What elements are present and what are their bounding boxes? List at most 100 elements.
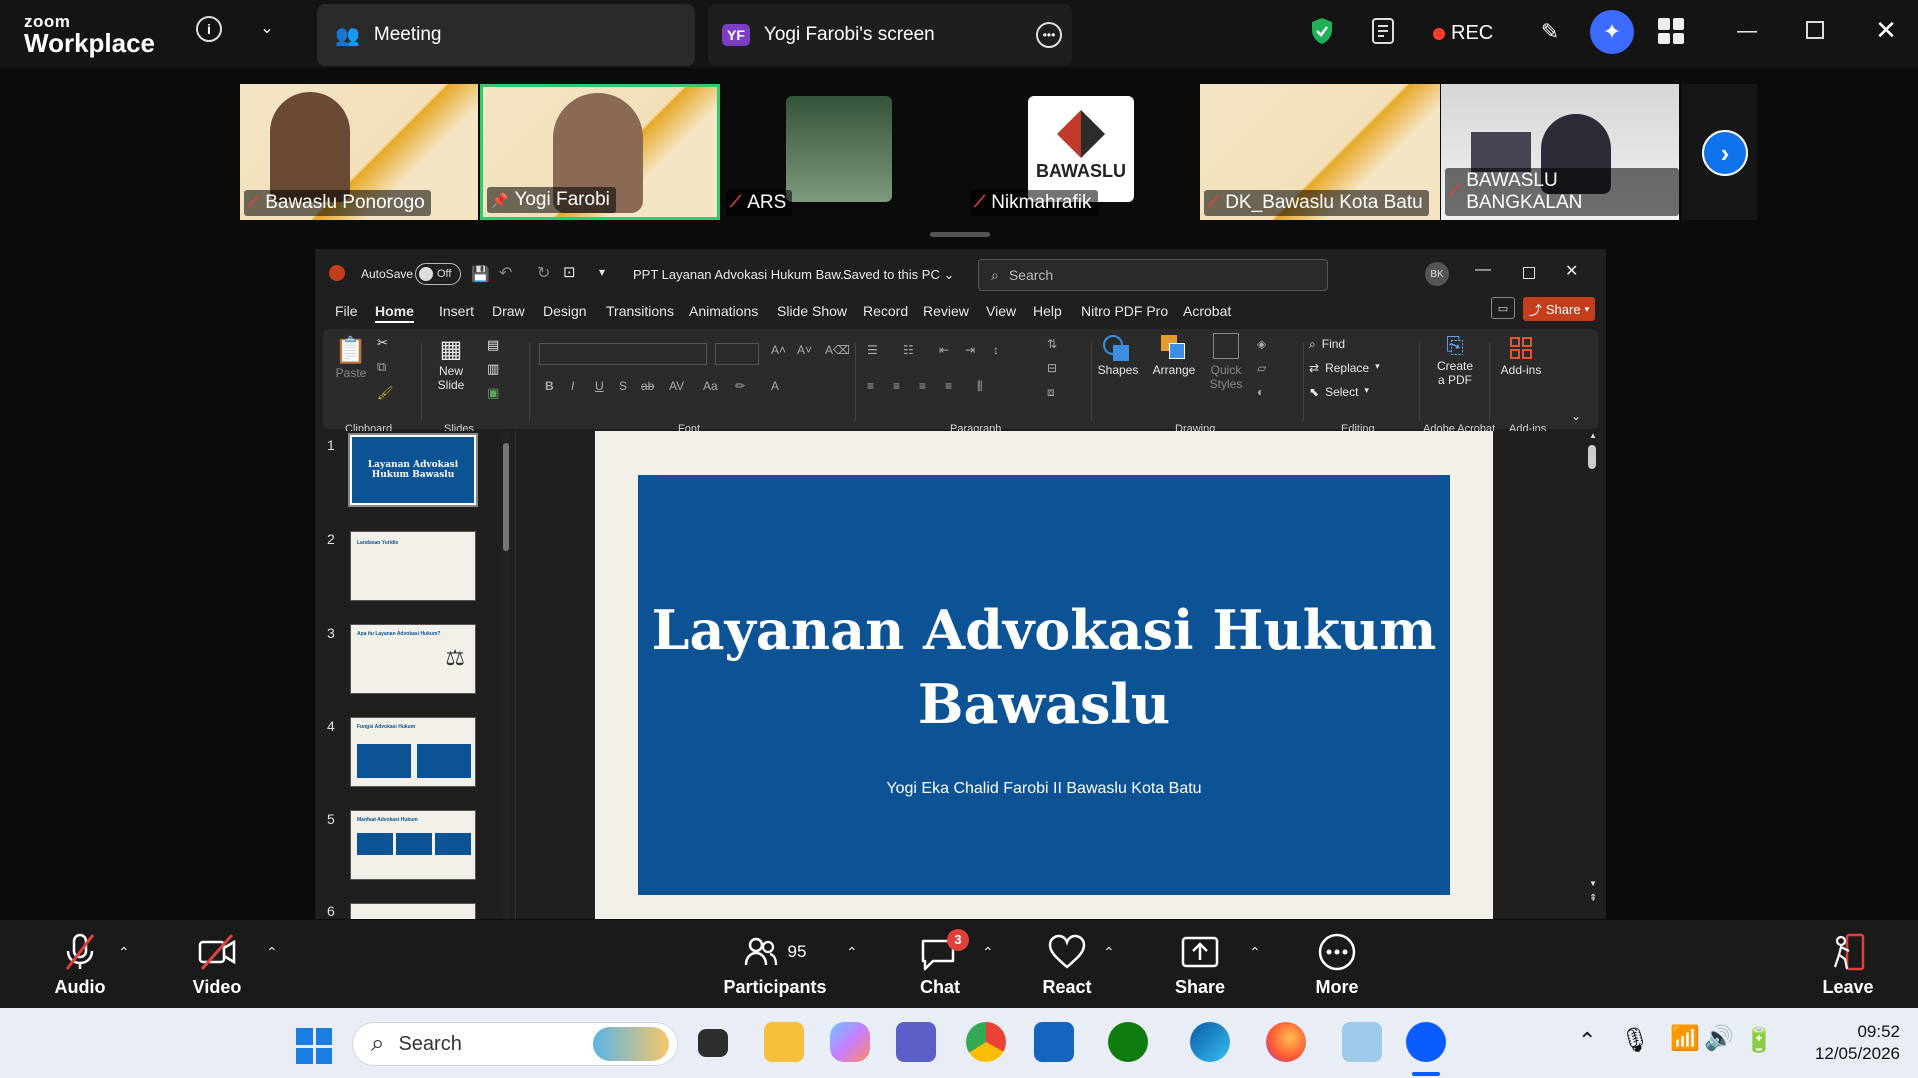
align-center-icon[interactable]: ≡	[893, 379, 900, 393]
find-button[interactable]: ⌕ Find	[1309, 337, 1345, 352]
teams-icon[interactable]	[896, 1022, 936, 1062]
justify-icon[interactable]: ≡	[945, 379, 952, 393]
select-button[interactable]: ⬉ Select ▾	[1309, 385, 1369, 399]
decrease-indent-icon[interactable]: ⇤	[939, 343, 949, 357]
shapes-button[interactable]: Shapes	[1095, 333, 1141, 377]
align-text-icon[interactable]: ⊟	[1047, 361, 1057, 375]
taskbar-search[interactable]: ⌕ Search	[352, 1022, 678, 1066]
firefox-icon[interactable]	[1266, 1022, 1306, 1062]
slide-scrollbar[interactable]: ▲ ▼ ⇞	[1586, 431, 1600, 919]
participant-tile[interactable]: ⟋ ARS	[722, 84, 960, 220]
char-spacing-button[interactable]: AV	[669, 379, 684, 393]
present-icon[interactable]: ⊡	[563, 263, 576, 281]
bullets-icon[interactable]: ☰	[867, 343, 878, 357]
redo-icon[interactable]: ↻	[537, 263, 550, 283]
tab-help[interactable]: Help	[1033, 303, 1062, 319]
quick-styles-button[interactable]: Quick Styles	[1203, 333, 1249, 391]
chat-button[interactable]: 3 Chat	[900, 920, 980, 1008]
font-name-box[interactable]	[539, 343, 707, 365]
replace-button[interactable]: ⇄ Replace ▾	[1309, 361, 1380, 375]
participant-tile[interactable]: ⟋ Bawaslu Ponorogo	[240, 84, 478, 220]
columns-icon[interactable]: ⫼	[977, 379, 983, 394]
participants-button[interactable]: 95 Participants	[720, 920, 830, 1008]
edge-icon[interactable]	[1190, 1022, 1230, 1062]
slide-thumbnail[interactable]	[350, 903, 476, 919]
comments-icon[interactable]: ▭	[1491, 297, 1515, 319]
format-painter-icon[interactable]: 🖌	[377, 385, 394, 401]
tab-home[interactable]: Home	[375, 303, 414, 323]
annotate-pencil-icon[interactable]: ✎	[1536, 18, 1564, 46]
layout-icon[interactable]: ▤	[487, 337, 499, 353]
thumbnail-scrollbar[interactable]	[501, 431, 511, 919]
chat-options-caret-icon[interactable]: ⌃	[982, 944, 994, 961]
app-icon[interactable]	[1342, 1022, 1382, 1062]
shape-outline-icon[interactable]: ▱	[1257, 361, 1266, 375]
arrange-button[interactable]: Arrange	[1149, 333, 1199, 377]
close-icon[interactable]: ✕	[1872, 15, 1900, 45]
wifi-icon[interactable]: 📶	[1670, 1024, 1700, 1053]
info-icon[interactable]: i	[196, 16, 222, 42]
shape-effects-icon[interactable]: ◐	[1257, 385, 1264, 399]
more-button[interactable]: More	[1297, 920, 1377, 1008]
font-color-icon[interactable]: A	[771, 379, 779, 393]
tab-transitions[interactable]: Transitions	[606, 303, 674, 319]
react-button[interactable]: React	[1027, 920, 1107, 1008]
tab-view[interactable]: View	[986, 303, 1016, 319]
tab-animations[interactable]: Animations	[689, 303, 758, 319]
bold-button[interactable]: B	[545, 379, 554, 393]
notes-icon[interactable]	[1370, 16, 1398, 46]
task-view-icon[interactable]	[698, 1029, 728, 1057]
show-hidden-icons-icon[interactable]: ⌃	[1578, 1028, 1596, 1054]
slide-thumbnail[interactable]: Landasan Yuridis	[350, 531, 476, 601]
shield-icon[interactable]	[1309, 16, 1335, 46]
xbox-icon[interactable]	[1108, 1022, 1148, 1062]
strikethrough-button[interactable]: ab	[641, 379, 654, 393]
apps-grid-icon[interactable]	[1658, 18, 1684, 44]
tab-acrobat[interactable]: Acrobat	[1183, 303, 1231, 319]
tab-review[interactable]: Review	[923, 303, 969, 319]
tab-draw[interactable]: Draw	[492, 303, 525, 319]
volume-icon[interactable]: 🔊	[1704, 1024, 1734, 1053]
decrease-font-icon[interactable]: A˅	[797, 343, 812, 357]
autosave-toggle[interactable]: Off	[415, 263, 461, 285]
new-slide-button[interactable]: ▦ New Slide	[423, 335, 479, 392]
save-icon[interactable]: 💾	[471, 265, 490, 283]
ppt-search-box[interactable]: ⌕ Search	[978, 259, 1328, 291]
tab-slide-show[interactable]: Slide Show	[777, 303, 847, 319]
tab-nitro-pdf[interactable]: Nitro PDF Pro	[1081, 303, 1168, 319]
mic-in-use-icon[interactable]: 🎙	[1620, 1026, 1650, 1055]
qat-customize-icon[interactable]: ▾	[599, 265, 605, 279]
save-status[interactable]: Saved to this PC ⌄	[843, 267, 954, 283]
share-options-caret-icon[interactable]: ⌃	[1249, 944, 1261, 961]
copilot-icon[interactable]	[830, 1022, 870, 1062]
minimize-icon[interactable]: —	[1734, 18, 1760, 44]
clear-format-icon[interactable]: A⌫	[825, 343, 850, 357]
participants-options-caret-icon[interactable]: ⌃	[846, 944, 858, 961]
undo-icon[interactable]: ↶	[499, 263, 512, 283]
paste-button[interactable]: 📋 Paste	[333, 335, 369, 380]
file-explorer-icon[interactable]	[764, 1022, 804, 1062]
windows-start-icon[interactable]	[296, 1028, 332, 1064]
increase-indent-icon[interactable]: ⇥	[965, 343, 975, 357]
shape-fill-icon[interactable]: ◈	[1257, 337, 1266, 351]
tab-record[interactable]: Record	[863, 303, 908, 319]
tab-meeting[interactable]: 👥 Meeting	[317, 4, 695, 66]
tab-insert[interactable]: Insert	[439, 303, 474, 319]
participant-tile-active[interactable]: 📌 Yogi Farobi	[480, 84, 720, 220]
line-spacing-icon[interactable]: ↕	[993, 343, 999, 357]
slide-thumbnail[interactable]: Apa itu Layanan Advokasi Hukum? ⚖	[350, 624, 476, 694]
participant-tile[interactable]: ⟋ DK_Bawaslu Kota Batu	[1200, 84, 1440, 220]
add-ins-button[interactable]: Add-ins	[1495, 333, 1547, 377]
video-button[interactable]: Video	[177, 920, 257, 1008]
highlight-icon[interactable]: ✏	[735, 379, 745, 393]
chrome-icon[interactable]	[966, 1022, 1006, 1062]
slide-title-box[interactable]: Layanan Advokasi Hukum Bawaslu Yogi Eka …	[638, 475, 1450, 895]
chevron-down-icon[interactable]: ⌄	[255, 16, 279, 40]
underline-button[interactable]: U	[595, 379, 604, 393]
align-right-icon[interactable]: ≡	[919, 379, 926, 393]
user-avatar[interactable]: BK	[1425, 262, 1449, 286]
ppt-close-icon[interactable]: ✕	[1565, 261, 1578, 281]
audio-options-caret-icon[interactable]: ⌃	[118, 944, 130, 961]
participant-tile[interactable]: ⟋ BAWASLU BANGKALAN	[1441, 84, 1679, 220]
italic-button[interactable]: I	[571, 379, 574, 393]
